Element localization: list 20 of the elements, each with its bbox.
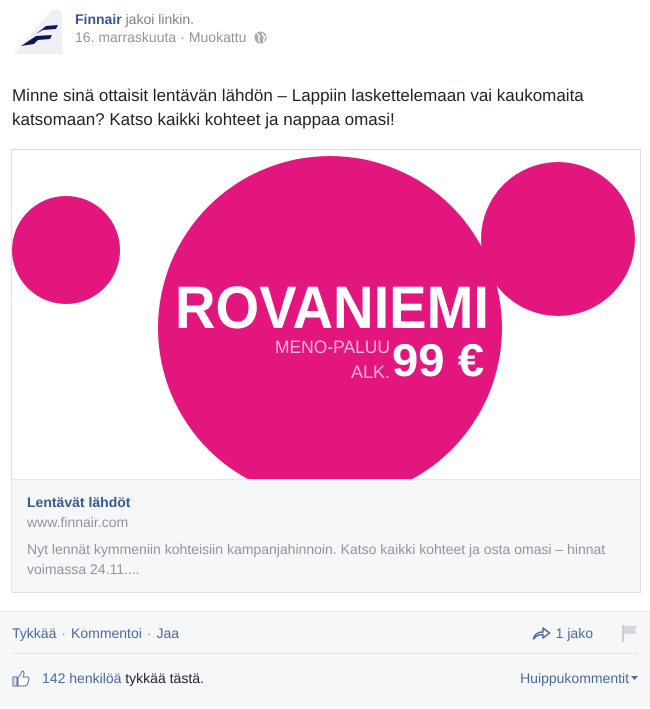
separator-dot: ·: [180, 29, 185, 45]
link-preview-panel[interactable]: Lentävät lähdöt www.finnair.com Nyt lennät kymmeniin kohteisiin kampanjahinnoin. Katso kaikki kohteet ja osta omasi – hinnat voimassa 24.11....: [12, 479, 640, 592]
link-domain: www.finnair.com: [27, 514, 130, 530]
separator-dot: ·: [146, 624, 152, 640]
action-text: jakoi linkin.: [126, 11, 194, 27]
link-title[interactable]: Lentävät lähdöt: [27, 494, 625, 510]
action-link[interactable]: Jaa: [156, 624, 180, 640]
link-description: Nyt lennät kymmeniin kohteisiin kampanjahinnoin. Katso kaikki kohteet ja osta omasi – hinnat voimassa 24.11....: [27, 540, 606, 579]
separator-dot: ·: [61, 624, 66, 640]
edited-label[interactable]: Muokattu: [188, 29, 246, 45]
action-link[interactable]: Kommentoi: [71, 624, 142, 640]
post-text: Minne sinä ottaisit lentävän lähdön – Lappiin laskettelemaan vai kaukomaita katsomaan? Katso kaikki kohteet ja nappaa omasi!: [12, 85, 585, 131]
likers-link[interactable]: 142 henkilöä: [42, 670, 122, 686]
sort-dropdown[interactable]: Huippukommentit: [520, 670, 638, 686]
banner-prefix: ALK.: [350, 362, 390, 382]
author-link[interactable]: Finnair: [75, 11, 122, 27]
share-count[interactable]: 1 jako: [556, 624, 593, 640]
likes-sentence: 142 henkilöä tykkää tästä.: [42, 670, 204, 686]
action-link[interactable]: Tykkää: [12, 624, 56, 640]
post-date[interactable]: 16. marraskuuta: [75, 29, 176, 45]
